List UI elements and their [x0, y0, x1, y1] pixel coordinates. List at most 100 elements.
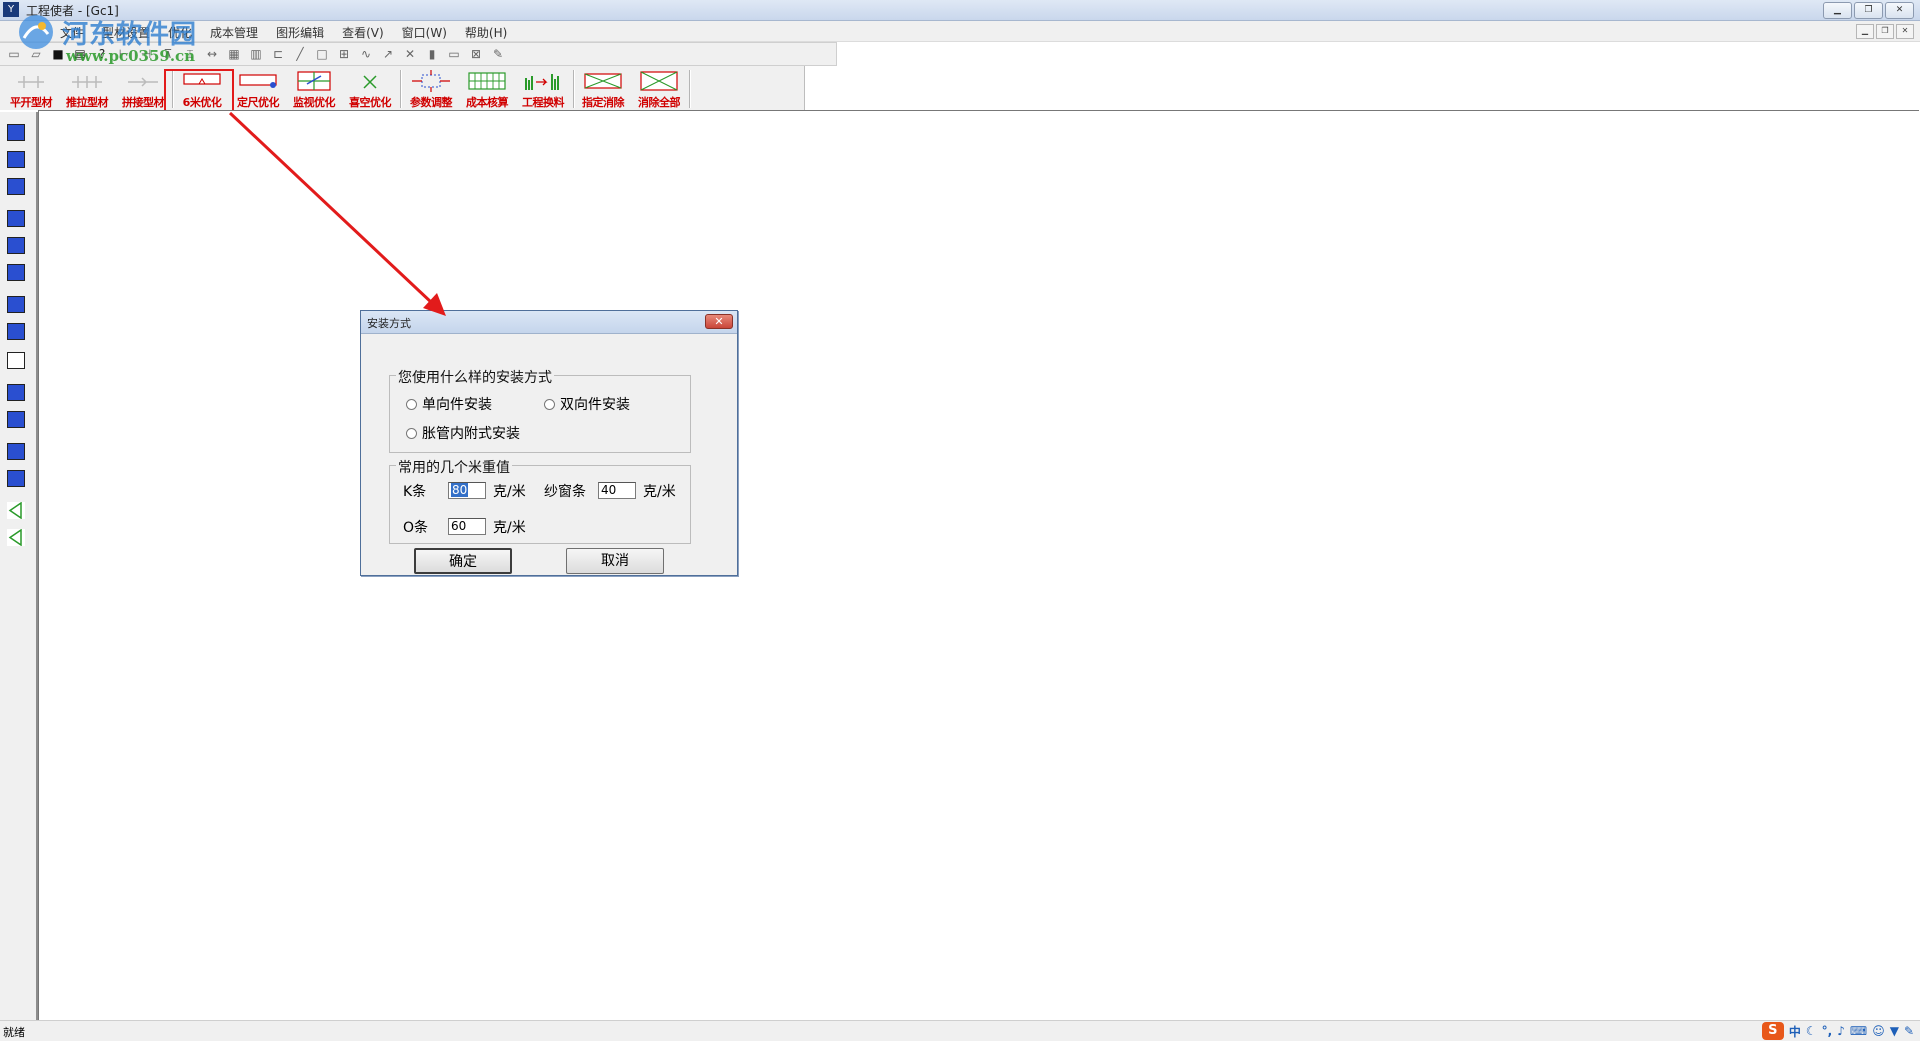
k-strip-value: 80 — [451, 483, 469, 497]
empty-optimize-icon — [363, 75, 377, 89]
fixed-length-optimize-label: 定尺优化 — [237, 96, 280, 109]
screen-strip-label: 纱窗条 — [544, 484, 586, 500]
window-type-8-icon[interactable] — [7, 323, 25, 340]
triangle-left-2-icon[interactable] — [7, 529, 25, 546]
watermark-name: 河东软件园 — [62, 20, 198, 50]
fixed-length-optimize-icon — [239, 74, 277, 88]
box-cross-icon[interactable]: ⊠ — [468, 46, 484, 62]
cross-icon[interactable]: ✕ — [402, 46, 418, 62]
window-type-6-icon[interactable] — [7, 264, 25, 281]
pen-icon[interactable]: ✎ — [490, 46, 506, 62]
close-button[interactable]: ✕ — [1885, 2, 1914, 19]
meter-weight-legend: 常用的几个米重值 — [396, 457, 512, 477]
install-method-group: 您使用什么样的安装方式 单向件安装 双向件安装 胀管内附式安装 — [389, 367, 691, 453]
drawing-workspace[interactable] — [38, 110, 1919, 1021]
material-change-icon — [525, 74, 559, 90]
radio-double-install[interactable]: 双向件安装 — [544, 394, 630, 414]
menu-view[interactable]: 查看(V) — [340, 23, 386, 42]
empty-optimize-button[interactable]: 喜空优化 — [343, 68, 397, 109]
fixed-length-optimize-button[interactable]: 定尺优化 — [231, 68, 285, 109]
radio-single-install[interactable]: 单向件安装 — [406, 394, 492, 414]
split-icon[interactable]: ⊞ — [336, 46, 352, 62]
keyboard-icon[interactable]: ⌨ — [1850, 1024, 1867, 1038]
mdi-minimize-button[interactable]: ▁ — [1856, 24, 1874, 39]
window-type-12-icon[interactable] — [7, 443, 25, 460]
minimize-button[interactable]: ▁ — [1823, 2, 1852, 19]
window-type-3-icon[interactable] — [7, 178, 25, 195]
delete-all-button[interactable]: 消除全部 — [632, 68, 686, 109]
o-strip-input[interactable]: 60 — [448, 518, 486, 535]
radio-expansion-install[interactable]: 胀管内附式安装 — [406, 423, 520, 443]
menu-window[interactable]: 窗口(W) — [400, 23, 449, 42]
sliding-profile-label: 推拉型材 — [66, 96, 109, 109]
restore-button[interactable]: ❐ — [1854, 2, 1883, 19]
panel-icon[interactable]: ▭ — [446, 46, 462, 62]
o-strip-unit: 克/米 — [493, 520, 526, 536]
shirt-icon[interactable]: ▼ — [1890, 1024, 1899, 1038]
cost-accounting-button[interactable]: 成本核算 — [460, 68, 514, 109]
window-type-2-icon[interactable] — [7, 151, 25, 168]
user-icon[interactable]: ☺ — [1872, 1024, 1885, 1038]
width-icon[interactable]: ↔ — [204, 46, 220, 62]
radio-expansion-install-circle[interactable] — [406, 427, 417, 439]
table-icon[interactable]: ▥ — [248, 46, 264, 62]
screen-strip-value: 40 — [601, 483, 617, 497]
menu-graphic-edit[interactable]: 图形编辑 — [274, 23, 326, 42]
k-strip-input[interactable]: 80 — [448, 482, 486, 499]
radio-single-install-circle[interactable] — [406, 398, 417, 410]
dialog-title-bar[interactable]: 安装方式 ✕ — [361, 311, 737, 334]
ime-toolbar: S 中 ☾ °, ♪ ⌨ ☺ ▼ ✎ — [1761, 1022, 1914, 1040]
casement-profile-button[interactable]: 平开型材 — [4, 68, 58, 109]
monitor-optimize-button[interactable]: 监视优化 — [287, 68, 341, 109]
specified-delete-button[interactable]: 指定消除 — [576, 68, 630, 109]
curve-icon[interactable]: ∿ — [358, 46, 374, 62]
specified-delete-icon — [584, 73, 622, 89]
status-bar: 就绪 S 中 ☾ °, ♪ ⌨ ☺ ▼ ✎ — [0, 1020, 1920, 1041]
delete-all-icon — [640, 71, 678, 91]
window-type-10-icon[interactable] — [7, 384, 25, 401]
rectangle-icon[interactable]: □ — [314, 46, 330, 62]
ok-button[interactable]: 确定 — [414, 548, 512, 574]
install-method-legend: 您使用什么样的安装方式 — [396, 367, 554, 387]
triangle-left-1-icon[interactable] — [7, 502, 25, 519]
wrench-icon[interactable]: ✎ — [1904, 1024, 1914, 1038]
highlight-box — [164, 69, 234, 113]
bars-icon[interactable]: ▮ — [424, 46, 440, 62]
title-bar: Y 工程使者 - [Gc1] ▁ ❐ ✕ — [0, 0, 1920, 21]
mdi-restore-button[interactable]: ❐ — [1876, 24, 1894, 39]
punctuation-icon[interactable]: °, — [1822, 1024, 1833, 1038]
delete-all-label: 消除全部 — [638, 96, 681, 109]
material-change-button[interactable]: 工程换料 — [516, 68, 570, 109]
ime-language-label[interactable]: 中 — [1789, 1023, 1801, 1040]
microphone-icon[interactable]: ♪ — [1837, 1024, 1845, 1038]
specified-delete-label: 指定消除 — [582, 96, 625, 109]
arrow-icon[interactable]: ↗ — [380, 46, 396, 62]
moon-icon[interactable]: ☾ — [1806, 1024, 1817, 1038]
sogou-logo-icon[interactable]: S — [1761, 1022, 1784, 1040]
window-type-7-icon[interactable] — [7, 296, 25, 313]
monitor-optimize-label: 监视优化 — [293, 96, 336, 109]
dialog-close-button[interactable]: ✕ — [705, 314, 733, 329]
mdi-close-button[interactable]: ✕ — [1896, 24, 1914, 39]
line-icon[interactable]: ╱ — [292, 46, 308, 62]
cancel-button[interactable]: 取消 — [566, 548, 664, 574]
window-type-11-icon[interactable] — [7, 411, 25, 428]
window-type-13-icon[interactable] — [7, 470, 25, 487]
parameter-adjust-icon — [412, 70, 450, 92]
window-type-4-icon[interactable] — [7, 210, 25, 227]
menu-help[interactable]: 帮助(H) — [463, 23, 509, 42]
radio-double-install-circle[interactable] — [544, 398, 555, 410]
o-strip-value: 60 — [451, 519, 467, 533]
stair-icon[interactable]: ⊏ — [270, 46, 286, 62]
sliding-profile-button[interactable]: 推拉型材 — [60, 68, 114, 109]
window-type-1-icon[interactable] — [7, 124, 25, 141]
window-type-5-icon[interactable] — [7, 237, 25, 254]
menu-bar: 文件 型材设置 优化 成本管理 图形编辑 查看(V) 窗口(W) 帮助(H) ▁… — [0, 21, 1920, 42]
joint-profile-button[interactable]: 拼接型材 — [116, 68, 170, 109]
parameter-adjust-button[interactable]: 参数调整 — [404, 68, 458, 109]
grid-icon[interactable]: ▦ — [226, 46, 242, 62]
screen-strip-input[interactable]: 40 — [598, 482, 636, 499]
sliding-profile-icon — [72, 76, 102, 88]
menu-cost-management[interactable]: 成本管理 — [208, 23, 260, 42]
window-type-9-icon[interactable] — [7, 352, 25, 369]
